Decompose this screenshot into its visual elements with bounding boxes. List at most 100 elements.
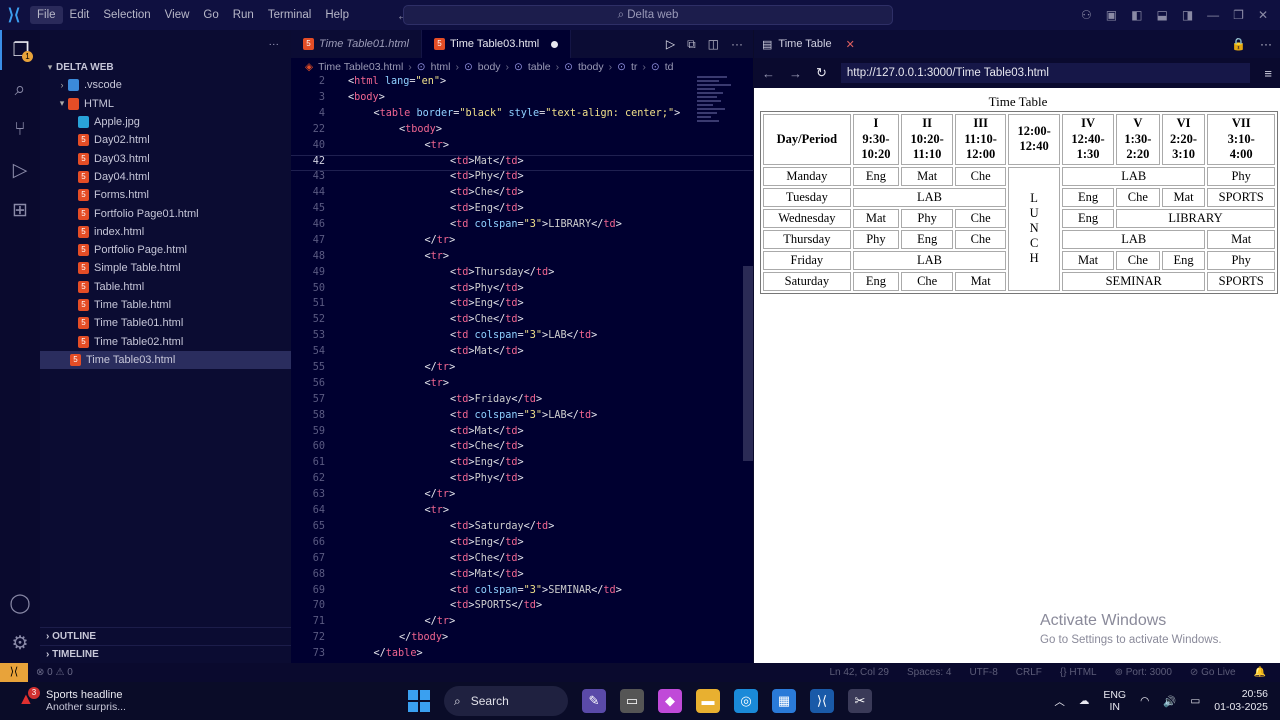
forward-arrow-icon[interactable]: → <box>789 66 802 81</box>
code-line[interactable]: 53 <td colspan="3">LAB</td> <box>291 330 753 346</box>
code-line[interactable]: 49 <td>Thursday</td> <box>291 267 753 283</box>
restore-icon[interactable]: ❐ <box>1233 8 1244 22</box>
search-icon[interactable]: ⌕ <box>0 70 40 110</box>
settings-gear-icon[interactable]: ⚙ <box>0 623 40 663</box>
editor-tab[interactable]: 5 Time Table01.html <box>291 30 422 58</box>
code-line[interactable]: 73 </table> <box>291 648 753 664</box>
toggle-sidebar-icon[interactable]: ◧ <box>1131 8 1142 22</box>
split-editor-icon[interactable]: ◫ <box>708 37 719 51</box>
explorer-icon[interactable]: ❐ 1 <box>0 30 40 70</box>
code-editor[interactable]: 2 <html lang="en"> 3 <body> 4 <table border="… <box>291 76 753 664</box>
code-line[interactable]: 56 <tr> <box>291 378 753 394</box>
code-line[interactable]: 4 <table border="black" style="text-align… <box>291 108 753 124</box>
more-actions-icon[interactable]: ··· <box>1260 37 1272 51</box>
language-indicator[interactable]: ENG IN <box>1103 689 1126 713</box>
code-line[interactable]: 50 <td>Phy</td> <box>291 283 753 299</box>
code-line[interactable]: 43 <td>Phy</td> <box>291 171 753 187</box>
code-line[interactable]: 71 </tr> <box>291 616 753 632</box>
file-item[interactable]: 5 Forms.html <box>40 186 291 204</box>
breadcrumb-item[interactable]: Time Table03.html <box>318 61 403 73</box>
code-line[interactable]: 47 </tr> <box>291 235 753 251</box>
code-line[interactable]: 3 <body> <box>291 92 753 108</box>
run-debug-icon[interactable]: ▷ <box>0 150 40 190</box>
breadcrumb-item[interactable]: html <box>431 61 451 73</box>
edge-browser-icon[interactable]: ◎ <box>734 689 758 713</box>
windows-start-icon[interactable] <box>408 690 430 712</box>
status-item[interactable]: ⊘ Go Live <box>1190 667 1236 678</box>
snipping-tool-icon[interactable]: ✂ <box>848 689 872 713</box>
menu-icon[interactable]: ≡ <box>1264 66 1272 81</box>
menu-view[interactable]: View <box>158 0 197 30</box>
open-changes-icon[interactable]: ⧉ <box>687 37 696 52</box>
code-line[interactable]: 48 <tr> <box>291 251 753 267</box>
timeline-section[interactable]: › TIMELINE <box>40 645 291 663</box>
lock-icon[interactable]: 🔒 <box>1231 37 1246 51</box>
code-line[interactable]: 61 <td>Eng</td> <box>291 457 753 473</box>
battery-icon[interactable]: ▭ <box>1190 695 1200 707</box>
toggle-panel-icon[interactable]: ⬓ <box>1156 8 1167 22</box>
code-line[interactable]: 66 <td>Eng</td> <box>291 537 753 553</box>
task-view-icon[interactable]: ▭ <box>620 689 644 713</box>
vscode-app-icon[interactable]: ⟩⟨ <box>810 689 834 713</box>
breadcrumb-item[interactable]: body <box>478 61 501 73</box>
menu-selection[interactable]: Selection <box>96 0 157 30</box>
code-line[interactable]: 63 </tr> <box>291 489 753 505</box>
code-line[interactable]: 22 <tbody> <box>291 124 753 140</box>
chevron-up-icon[interactable]: ︿ <box>1054 694 1065 709</box>
close-icon[interactable]: ✕ <box>1258 8 1268 22</box>
menu-terminal[interactable]: Terminal <box>261 0 318 30</box>
more-actions-icon[interactable]: ··· <box>269 38 280 50</box>
code-line[interactable]: 44 <td>Che</td> <box>291 187 753 203</box>
menu-go[interactable]: Go <box>196 0 225 30</box>
file-item[interactable]: 5 Time Table01.html <box>40 314 291 332</box>
status-item[interactable]: Spaces: 4 <box>907 667 951 678</box>
file-item[interactable]: 5 Time Table02.html <box>40 332 291 350</box>
code-line[interactable]: 46 <td colspan="3">LIBRARY</td> <box>291 219 753 235</box>
menu-run[interactable]: Run <box>226 0 261 30</box>
onedrive-cloud-icon[interactable]: ☁ <box>1079 695 1090 707</box>
file-item[interactable]: 5 Table.html <box>40 278 291 296</box>
run-icon[interactable]: ▷ <box>666 37 675 51</box>
code-line[interactable]: 42 <td>Mat</td> <box>291 155 753 172</box>
wifi-icon[interactable]: ◠ <box>1140 695 1149 707</box>
preview-tab[interactable]: ▤ Time Table ✕ <box>762 38 855 51</box>
file-item[interactable]: Apple.jpg <box>40 113 291 131</box>
outline-section[interactable]: › OUTLINE <box>40 627 291 645</box>
code-line[interactable]: 64 <tr> <box>291 505 753 521</box>
account-icon[interactable]: ◯ <box>0 583 40 623</box>
remote-icon[interactable]: ⟩⟨ <box>0 663 28 682</box>
source-control-icon[interactable]: ⑂ <box>0 110 40 150</box>
code-line[interactable]: 58 <td colspan="3">LAB</td> <box>291 410 753 426</box>
breadcrumb-item[interactable]: table <box>528 61 551 73</box>
minimize-icon[interactable]: — <box>1207 8 1219 22</box>
unsaved-dot-icon[interactable] <box>551 40 559 48</box>
editor-scrollbar[interactable] <box>743 266 753 461</box>
store-icon[interactable]: ▦ <box>772 689 796 713</box>
taskbar-search[interactable]: ⌕ Search <box>444 686 568 716</box>
layout-icon[interactable]: ▣ <box>1106 8 1117 22</box>
file-item[interactable]: 5 Day02.html <box>40 131 291 149</box>
file-explorer-icon[interactable]: ▬ <box>696 689 720 713</box>
back-arrow-icon[interactable]: ← <box>762 66 775 81</box>
volume-icon[interactable]: 🔊 <box>1163 695 1176 708</box>
code-line[interactable]: 2 <html lang="en"> <box>291 76 753 92</box>
code-line[interactable]: 45 <td>Eng</td> <box>291 203 753 219</box>
file-item[interactable]: 5 Day04.html <box>40 168 291 186</box>
problems-count[interactable]: ⊗ 0 ⚠ 0 <box>36 667 73 678</box>
copilot-icon[interactable]: ⚇ <box>1081 8 1092 22</box>
status-item[interactable]: CRLF <box>1016 667 1042 678</box>
menu-help[interactable]: Help <box>318 0 356 30</box>
code-line[interactable]: 54 <td>Mat</td> <box>291 346 753 362</box>
more-actions-icon[interactable]: ··· <box>731 37 743 51</box>
file-item[interactable]: 5 Simple Table.html <box>40 259 291 277</box>
code-line[interactable]: 55 </tr> <box>291 362 753 378</box>
reload-icon[interactable]: ↻ <box>816 65 827 81</box>
minimap[interactable] <box>697 76 735 176</box>
file-item[interactable]: 5 Time Table03.html <box>40 350 291 370</box>
code-line[interactable]: 69 <td colspan="3">SEMINAR</td> <box>291 585 753 601</box>
file-item[interactable]: 5 index.html <box>40 223 291 241</box>
status-item[interactable]: UTF-8 <box>969 667 997 678</box>
folder-item[interactable]: ▾ HTML <box>40 95 291 113</box>
code-line[interactable]: 65 <td>Saturday</td> <box>291 521 753 537</box>
clock[interactable]: 20:56 01-03-2025 <box>1214 688 1268 714</box>
